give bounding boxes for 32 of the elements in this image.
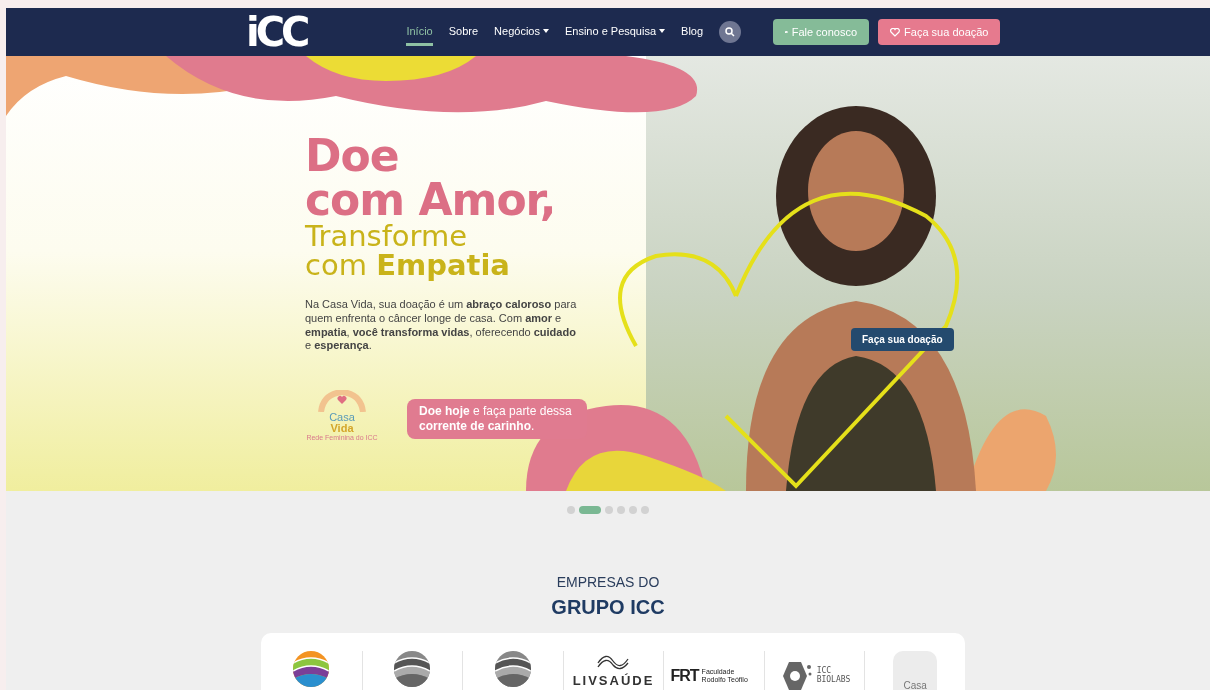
logo-text: ICC BIOLABS <box>816 667 851 685</box>
hands-heart-icon <box>317 390 367 412</box>
section-subtitle: EMPRESAS DO <box>555 574 661 590</box>
search-icon <box>725 27 736 37</box>
heart-icon <box>890 27 901 37</box>
headline-line: Doe <box>305 134 400 178</box>
site-logo[interactable]: iCC <box>246 12 307 52</box>
nav-link[interactable]: Sobre <box>448 18 479 46</box>
casa-vida-logo-text: Casa <box>329 412 355 423</box>
logo-text: FRT <box>670 667 699 685</box>
search-button[interactable] <box>719 21 742 43</box>
carousel-dot[interactable] <box>567 506 575 514</box>
nav-link[interactable]: Início <box>406 18 433 46</box>
carousel-dot[interactable] <box>605 506 613 514</box>
headline-line: com Empatia <box>305 251 511 280</box>
donate-button[interactable]: Faça sua doação <box>851 328 954 351</box>
nav-link[interactable]: Negócios <box>494 18 549 46</box>
caret-icon <box>659 28 666 33</box>
carousel-dot[interactable] <box>617 506 625 514</box>
headline-line: com Amor, <box>305 178 557 222</box>
headline-line: Transforme <box>305 222 468 251</box>
nav-link[interactable]: Blog <box>681 18 704 46</box>
caret-icon <box>542 28 549 33</box>
casa-vida-logo-text: Vida <box>330 423 354 434</box>
logo-text: LIVSAÚDE <box>572 673 655 688</box>
call-to-action-banner: Doe hoje e faça parte dessa corrente de carinho. <box>407 399 587 439</box>
carousel-dot[interactable] <box>629 506 637 514</box>
hero-paragraph: Na Casa Vida, sua doação é um abraço caloroso para quem enfrenta o câncer longe de casa. Com amor e empatia, você transforma vidas, oferecendo cuidado e esperança. <box>305 298 578 353</box>
nav-link[interactable]: Ensino e Pesquisa <box>564 18 666 46</box>
section-title: GRUPO ICC <box>550 596 666 619</box>
casa-logo-badge: Casa <box>893 651 938 690</box>
carousel-dot[interactable] <box>641 506 649 514</box>
